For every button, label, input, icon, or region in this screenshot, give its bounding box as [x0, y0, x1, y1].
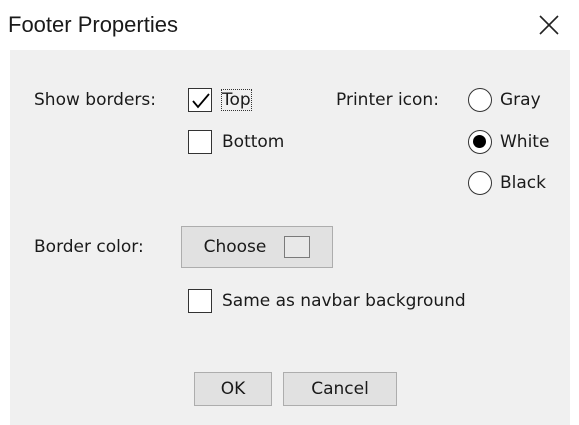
cancel-button[interactable]: Cancel [283, 372, 397, 406]
radio-selected-dot [473, 135, 486, 148]
top-border-checkbox[interactable] [188, 88, 212, 112]
printer-black-radio[interactable] [468, 171, 492, 195]
checkmark-icon [192, 93, 210, 109]
border-color-label: Border color: [34, 237, 144, 257]
printer-black-label[interactable]: Black [500, 173, 546, 193]
choose-color-label: Choose [203, 237, 267, 257]
printer-icon-label: Printer icon: [336, 90, 439, 110]
color-swatch [284, 236, 311, 258]
same-as-navbar-label[interactable]: Same as navbar background [222, 291, 466, 311]
printer-white-label[interactable]: White [500, 132, 549, 152]
show-borders-label: Show borders: [34, 90, 156, 110]
close-icon [539, 15, 559, 35]
close-button[interactable] [532, 8, 566, 42]
window-title: Footer Properties [8, 12, 178, 37]
choose-color-button[interactable]: Choose [181, 226, 333, 268]
ok-button-label: OK [220, 379, 246, 399]
title-bar: Footer Properties [0, 0, 579, 50]
bottom-border-label[interactable]: Bottom [222, 132, 284, 152]
top-border-label[interactable]: Top [221, 89, 252, 111]
printer-gray-radio[interactable] [468, 88, 492, 112]
printer-gray-label[interactable]: Gray [500, 90, 541, 110]
printer-white-radio[interactable] [468, 130, 492, 154]
ok-button[interactable]: OK [194, 372, 272, 406]
bottom-border-checkbox[interactable] [188, 130, 212, 154]
same-as-navbar-checkbox[interactable] [188, 289, 212, 313]
cancel-button-label: Cancel [311, 379, 369, 399]
dialog-body: Show borders: Top Bottom Printer icon: G… [10, 50, 570, 425]
